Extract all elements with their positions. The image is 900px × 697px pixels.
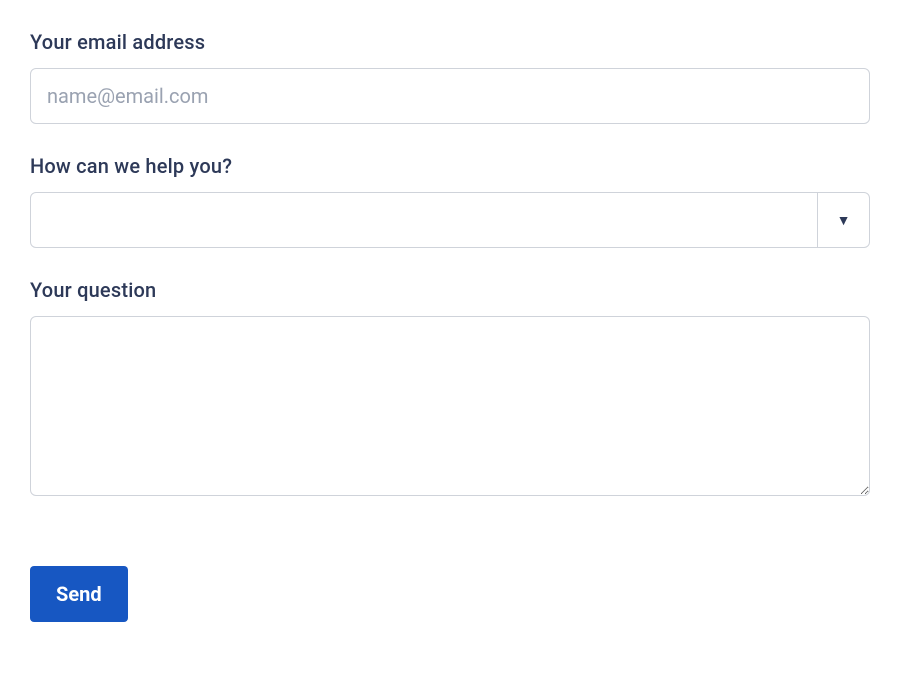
chevron-down-icon: ▼ xyxy=(817,193,869,247)
question-field[interactable] xyxy=(30,316,870,496)
email-group: Your email address xyxy=(30,30,870,124)
help-topic-group: How can we help you? ▼ xyxy=(30,154,870,248)
email-label: Your email address xyxy=(30,30,870,54)
question-label: Your question xyxy=(30,278,870,302)
help-topic-label: How can we help you? xyxy=(30,154,870,178)
send-button[interactable]: Send xyxy=(30,566,128,622)
help-topic-select[interactable] xyxy=(31,193,817,247)
email-field[interactable] xyxy=(30,68,870,124)
contact-form: Your email address How can we help you? … xyxy=(30,30,870,622)
help-topic-select-wrapper: ▼ xyxy=(30,192,870,248)
question-group: Your question xyxy=(30,278,870,500)
